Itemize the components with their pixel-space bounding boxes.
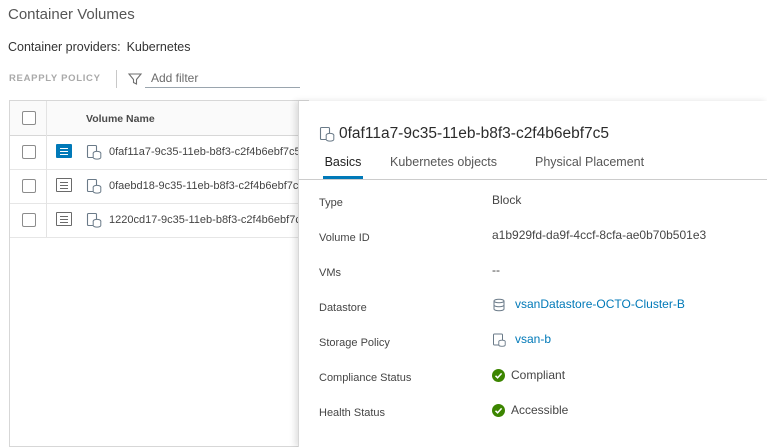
volume-name[interactable]: 0faebd18-9c35-11eb-b8f3-c2f4b6ebf7c5 [109,180,299,192]
volume-icon [86,144,102,160]
row-checkbox[interactable] [22,179,36,193]
detail-pane-icon[interactable] [56,178,72,192]
column-divider [46,101,47,135]
column-divider [46,135,47,169]
detail-title: 0faf11a7-9c35-11eb-b8f3-c2f4b6ebf7c5 [339,125,610,142]
detail-pane-icon[interactable] [56,144,72,158]
grid-header: Volume Name [10,101,309,136]
volume-icon [86,178,102,194]
column-header-volume-name[interactable]: Volume Name [86,113,155,125]
tab-physical-placement[interactable]: Physical Placement [535,155,644,178]
volume-id-label: Volume ID [319,232,370,244]
filter-input[interactable] [145,68,300,88]
health-status-value: Accessible [511,403,569,417]
compliance-status-label: Compliance Status [319,372,412,384]
storage-policy-icon [493,333,506,347]
detail-pane-icon[interactable] [56,212,72,226]
filter-icon[interactable] [127,71,143,87]
type-value: Block [492,193,522,207]
tab-basics[interactable]: Basics [323,155,363,179]
volumes-grid: Volume Name 0faf11a7-9c35-11eb-b8f3-c2f4… [9,100,309,447]
tab-kubernetes-objects[interactable]: Kubernetes objects [390,155,497,178]
volume-icon [319,126,335,142]
datastore-label: Datastore [319,302,367,314]
toolbar-divider [116,70,117,88]
health-status-label: Health Status [319,407,386,419]
table-row[interactable]: 0faf11a7-9c35-11eb-b8f3-c2f4b6ebf7c5 [10,135,309,170]
check-circle-icon [492,404,505,417]
detail-panel: 0faf11a7-9c35-11eb-b8f3-c2f4b6ebf7c5 Bas… [298,101,767,447]
datastore-icon [493,298,505,312]
volume-name[interactable]: 0faf11a7-9c35-11eb-b8f3-c2f4b6ebf7c5 [109,146,299,158]
volume-name[interactable]: 1220cd17-9c35-11eb-b8f3-c2f4b6ebf7c5 [109,214,299,226]
datastore-link[interactable]: vsanDatastore-OCTO-Cluster-B [515,297,685,311]
storage-policy-link[interactable]: vsan-b [515,332,551,346]
volume-id-value: a1b929fd-da9f-4ccf-8cfa-ae0b70b501e3 [492,228,707,242]
column-divider [46,203,47,237]
row-checkbox[interactable] [22,213,36,227]
providers-label: Container providers: [8,40,121,54]
vms-value: -- [492,263,500,277]
check-circle-icon [492,369,505,382]
toolbar: REAPPLY POLICY [0,66,300,92]
table-row[interactable]: 1220cd17-9c35-11eb-b8f3-c2f4b6ebf7c5 [10,203,309,238]
select-all-checkbox[interactable] [22,111,36,125]
reapply-policy-button[interactable]: REAPPLY POLICY [9,73,101,84]
table-row[interactable]: 0faebd18-9c35-11eb-b8f3-c2f4b6ebf7c5 [10,169,309,204]
volume-icon [86,212,102,228]
container-providers: Container providers: Kubernetes [8,40,191,54]
type-label: Type [319,197,343,209]
vms-label: VMs [319,267,341,279]
providers-value: Kubernetes [126,40,191,54]
row-checkbox[interactable] [22,145,36,159]
column-divider [46,169,47,203]
compliance-status-value: Compliant [511,368,566,382]
storage-policy-label: Storage Policy [319,337,390,349]
detail-tabs: Basics Kubernetes objects Physical Place… [299,155,767,180]
page-title: Container Volumes [8,6,135,23]
